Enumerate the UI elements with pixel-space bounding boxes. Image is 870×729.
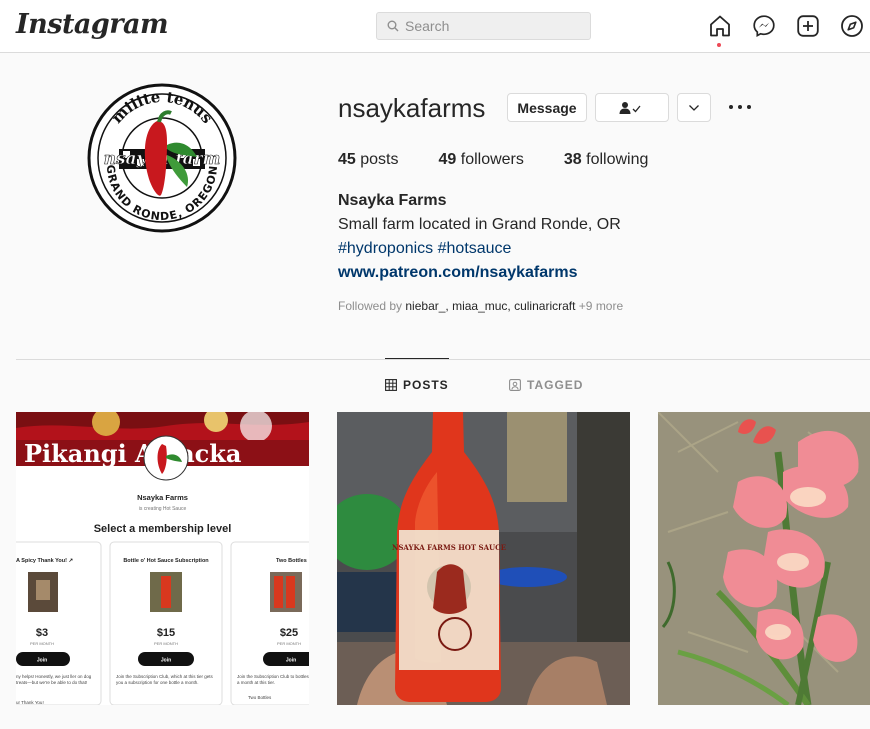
tier-3-per: PER MONTH (277, 641, 301, 646)
tier-1-join: Join (37, 658, 47, 664)
tier-2-name: Bottle o' Hot Sauce Subscription (123, 558, 209, 564)
bio-website-link[interactable]: www.patreon.com/nsaykafarms (338, 264, 578, 282)
bottle-label-text: NSAYKA FARMS HOT SAUCE (392, 543, 506, 552)
tier-2-description: Join the Subscription Club, which at thi… (116, 674, 213, 685)
tier-1-description: ny helps! Honestly, we just ller on dog … (16, 674, 92, 685)
tab-tagged[interactable]: TAGGED (509, 378, 583, 392)
posts-count: 45 posts (338, 151, 399, 168)
tier-3-extra: Two Bottles (248, 695, 272, 700)
messenger-icon[interactable] (752, 14, 776, 38)
tier-3-description: Join the Subscription Club to bottles a … (237, 674, 309, 685)
tier-2-price: $15 (157, 627, 175, 639)
tier-1-extra: ur Thank You! (16, 700, 44, 705)
profile-avatar[interactable]: milite tenus GRAND RONDE, OREGON nsayka … (87, 83, 237, 233)
more-options-icon[interactable] (729, 98, 751, 116)
new-post-icon[interactable] (796, 14, 820, 38)
tier-3-name: Two Bottles (276, 558, 307, 564)
suggested-dropdown-button[interactable] (677, 93, 711, 122)
following-button[interactable] (595, 93, 669, 122)
notification-dot (717, 43, 721, 47)
search-placeholder: Search (405, 18, 450, 34)
chevron-down-icon (689, 104, 699, 111)
following-link[interactable]: 38 following (564, 151, 649, 169)
profile-username: nsaykafarms (338, 93, 486, 123)
home-icon[interactable] (708, 14, 732, 38)
active-tab-indicator (385, 358, 449, 359)
bio-hashtags[interactable]: #hydroponics #hotsauce (338, 240, 511, 258)
tier-3-join: Join (286, 658, 296, 664)
message-button[interactable]: Message (507, 93, 587, 122)
explore-icon[interactable] (840, 14, 864, 38)
post-pink-flower[interactable] (658, 412, 870, 705)
tier-3-price: $25 (280, 627, 298, 639)
user-check-icon (619, 101, 641, 114)
post-banner-text: Pikangi Amacka (24, 439, 241, 468)
grid-icon (385, 379, 397, 391)
tier-1-per: PER MONTH (30, 641, 54, 646)
profile-stats: 45 posts 49 followers 38 following (338, 151, 688, 169)
search-input[interactable]: Search (376, 12, 591, 40)
tier-1-price: $3 (36, 627, 48, 639)
post-creator-name: Nsayka Farms (137, 493, 188, 502)
post-creator-subtitle: is creating Hot Sauce (139, 506, 187, 512)
followers-link[interactable]: 49 followers (439, 151, 524, 169)
search-icon (387, 20, 399, 32)
bio-name: Nsayka Farms (338, 192, 447, 209)
top-navigation-bar: Instagram Search (0, 0, 870, 53)
post-patreon-tiers[interactable]: Pikangi Amacka Nsayka Farms is creating … (16, 412, 309, 705)
tier-2-join: Join (161, 658, 171, 664)
tabs-divider (16, 359, 870, 360)
tier-1-name: A Spicy Thank You! ↗ (16, 558, 73, 564)
followed-by[interactable]: Followed by niebar_, miaa_muc, culinaric… (338, 299, 623, 313)
post-heading: Select a membership level (94, 523, 232, 535)
tagged-icon (509, 379, 521, 391)
post-hot-sauce-bottle[interactable]: NSAYKA FARMS HOT SAUCE (337, 412, 630, 705)
tab-posts[interactable]: POSTS (385, 378, 449, 392)
tier-2-per: PER MONTH (154, 641, 178, 646)
instagram-logo[interactable]: Instagram (16, 9, 169, 40)
bio-description: Small farm located in Grand Ronde, OR (338, 216, 621, 233)
